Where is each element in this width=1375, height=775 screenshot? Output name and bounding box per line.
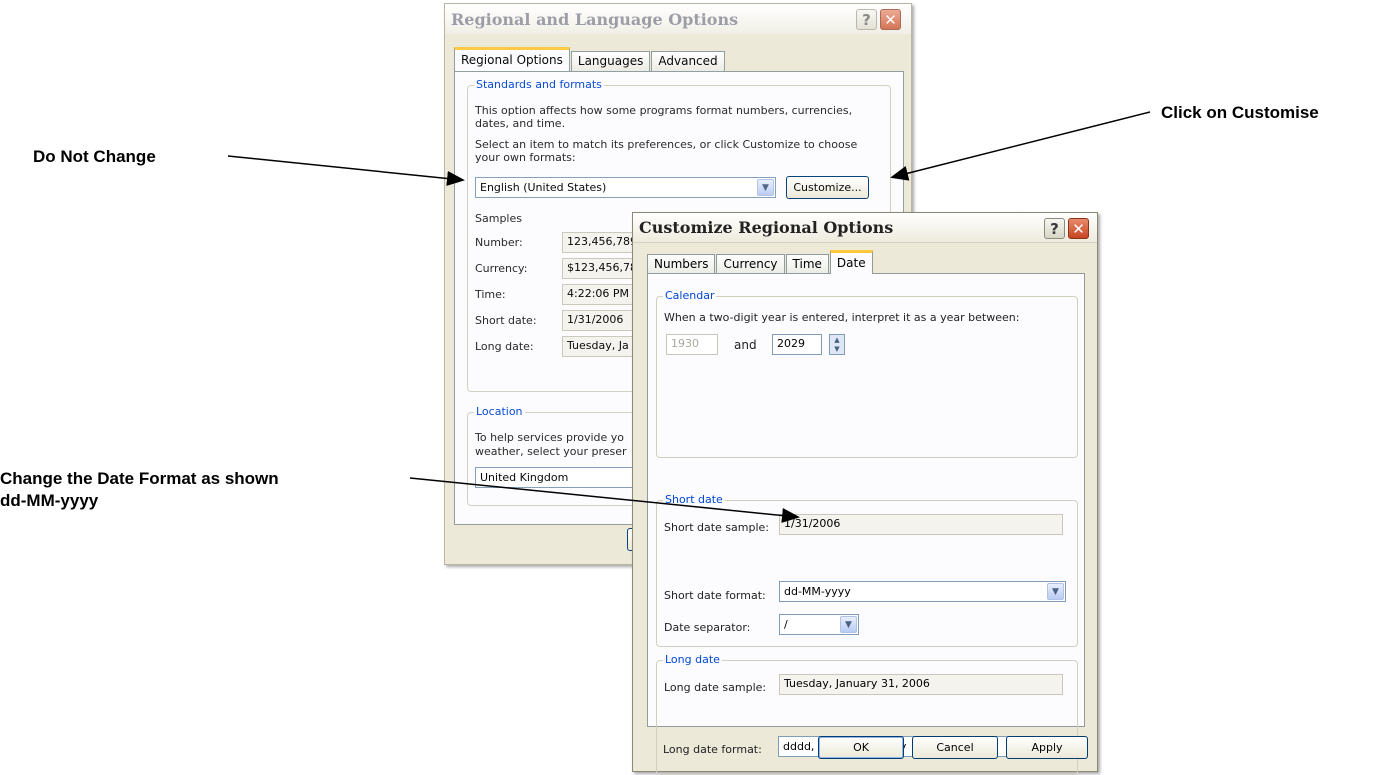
arrow-change-date — [409, 477, 800, 523]
arrow-do-not-change — [227, 155, 465, 186]
annotation-arrows — [227, 111, 1151, 523]
tab-date[interactable]: Date — [829, 250, 873, 274]
arrow-click-customise — [890, 111, 1151, 181]
